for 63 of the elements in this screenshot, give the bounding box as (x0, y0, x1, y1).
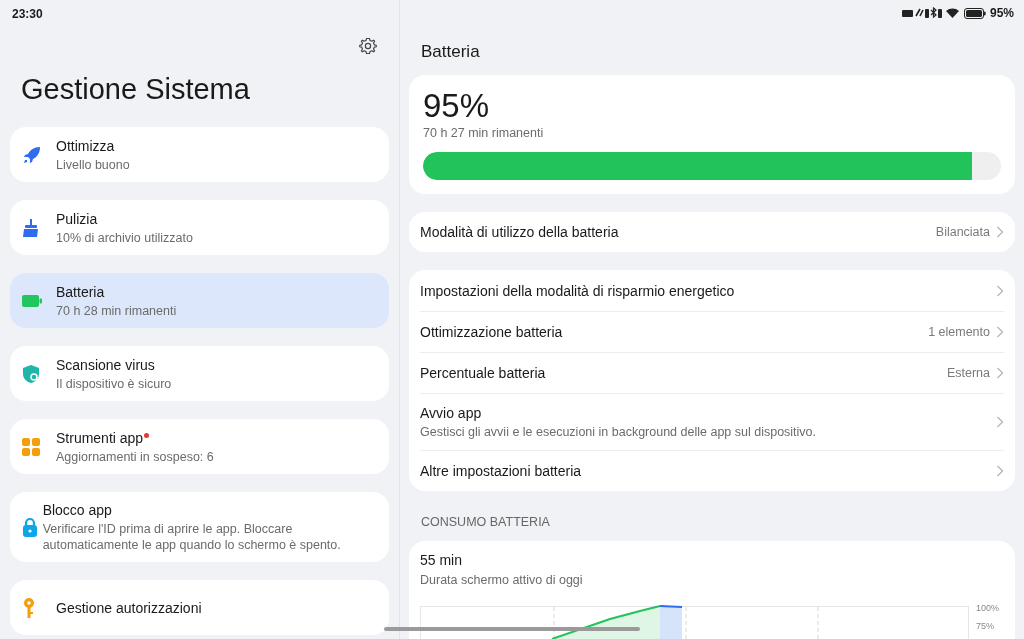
item-subtitle: Livello buono (56, 156, 130, 173)
settings-row[interactable]: Modalità di utilizzo della batteria Bilanciata (409, 211, 1015, 253)
page-title: Gestione Sistema (20, 72, 251, 107)
settings-row[interactable]: Avvio app Gestisci gli avvii e le esecuzioni in background delle app sul dispositivo. (420, 393, 1004, 451)
item-title: Blocco app (42, 501, 112, 519)
brush-icon (22, 217, 40, 238)
item-title: Batteria (56, 282, 105, 301)
menu-item[interactable]: Ottimizza Livello buono (10, 127, 389, 182)
item-title: Strumenti app (56, 428, 144, 447)
status-icons (901, 7, 960, 20)
lock-icon (22, 517, 38, 537)
settings-row[interactable]: Ottimizzazione batteria 1 elemento (420, 311, 1004, 353)
row-value: 1 elemento (928, 323, 990, 341)
settings-row[interactable]: Altre impostazioni batteria (420, 450, 1004, 492)
screen-time-value: 55 min (420, 551, 464, 569)
item-title: Scansione virus (56, 355, 155, 374)
menu-item[interactable]: Batteria 70 h 28 min rimanenti (10, 273, 389, 328)
item-title: Gestione autorizzazioni (56, 598, 202, 617)
menu-item[interactable]: Strumenti app Aggiornamenti in sospeso: 6 (10, 419, 389, 474)
section-title: Batteria (420, 40, 481, 63)
settings-row[interactable]: Percentuale batteria Esterna (420, 352, 1004, 394)
screen-time-label: Durata schermo attivo di oggi (420, 572, 584, 588)
menu-item[interactable]: Scansione virus Il dispositivo è sicuro (10, 346, 389, 401)
menu-item[interactable]: Pulizia 10% di archivio utilizzato (10, 200, 389, 255)
chevron-right-icon (996, 284, 1004, 297)
item-title: Ottimizza (56, 136, 115, 155)
chevron-right-icon (996, 416, 1004, 429)
item-title: Pulizia (56, 209, 98, 228)
chevron-right-icon (996, 465, 1004, 478)
item-subtitle: Aggiornamenti in sospeso: 6 (56, 448, 214, 465)
item-subtitle: Il dispositivo è sicuro (56, 375, 172, 392)
chevron-right-icon (996, 367, 1004, 380)
row-value: Bilanciata (935, 223, 990, 241)
apps-icon (22, 437, 40, 456)
row-description: Gestisci gli avvii e le esecuzioni in background delle app sul dispositivo. (420, 424, 818, 441)
item-subtitle: Verificare l'ID prima di aprire le app. Bloccare automaticamente le app quando lo schermo è spento. (42, 521, 342, 553)
axis-label: 100% (976, 603, 1001, 613)
item-subtitle: 70 h 28 min rimanenti (56, 302, 177, 319)
menu-item[interactable]: Gestione autorizzazioni (10, 580, 389, 635)
axis-label: 75% (976, 621, 995, 631)
chevron-right-icon (996, 226, 1004, 239)
key-icon (22, 597, 36, 618)
battery-percent: 95% (423, 86, 491, 125)
battery-icon (22, 294, 42, 307)
battery-status-icon (963, 7, 986, 19)
row-label: Avvio app (420, 404, 483, 423)
row-label: Modalità di utilizzo della batteria (420, 222, 620, 242)
menu-item[interactable]: Blocco app Verificare l'ID prima di aprire le app. Bloccare automaticamente le app quando lo schermo è spento. (10, 492, 389, 562)
item-subtitle: 10% di archivio utilizzato (56, 229, 193, 246)
row-label: Percentuale batteria (420, 364, 547, 383)
battery-percentage: 95% (989, 5, 1014, 23)
settings-icon[interactable] (359, 37, 377, 55)
row-label: Altre impostazioni batteria (420, 462, 583, 481)
row-label: Ottimizzazione batteria (420, 323, 564, 342)
remaining-time: 70 h 27 min rimanenti (423, 124, 545, 141)
settings-row[interactable]: Impostazioni della modalità di risparmio energetico (420, 270, 1004, 312)
section-heading: CONSUMO BATTERIA (420, 514, 551, 532)
row-label: Impostazioni della modalità di risparmio energetico (420, 281, 736, 300)
chevron-right-icon (996, 326, 1004, 339)
status-time: 23:30 (12, 6, 43, 23)
row-value: Esterna (946, 364, 990, 382)
rocket-icon (22, 144, 42, 165)
shield-search-icon (22, 363, 40, 384)
